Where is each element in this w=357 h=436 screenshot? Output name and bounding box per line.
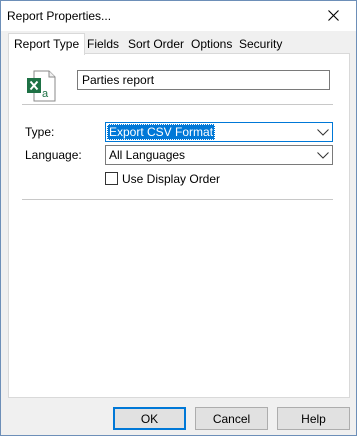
close-button[interactable] [311, 1, 356, 30]
use-display-order-checkbox[interactable] [105, 172, 118, 185]
svg-text:a: a [42, 88, 49, 100]
tab-sort-order[interactable]: Sort Order [123, 35, 189, 53]
report-name-input[interactable] [77, 70, 330, 90]
separator-top [22, 104, 333, 105]
tab-options[interactable]: Options [186, 35, 237, 53]
type-select[interactable]: Export CSV Format [105, 122, 333, 142]
ok-button[interactable]: OK [113, 407, 186, 430]
language-label: Language: [25, 148, 82, 162]
report-type-panel: a Type: Export CSV Format Language: All … [8, 53, 350, 398]
close-icon [328, 10, 339, 21]
separator-bottom [22, 199, 333, 200]
language-select-value: All Languages [109, 148, 186, 162]
tab-report-type[interactable]: Report Type [8, 33, 86, 55]
chevron-down-icon [317, 152, 329, 159]
type-label: Type: [25, 125, 55, 139]
chevron-down-icon [317, 129, 329, 136]
report-properties-dialog: Report Properties... Report Type Fields … [0, 0, 357, 436]
tab-fields[interactable]: Fields [82, 35, 124, 53]
tab-strip: Report Type Fields Sort Order Options Se… [8, 33, 348, 55]
language-select[interactable]: All Languages [105, 145, 333, 165]
use-display-order-label[interactable]: Use Display Order [122, 172, 220, 186]
cancel-button[interactable]: Cancel [195, 407, 268, 430]
tab-security[interactable]: Security [234, 35, 287, 53]
title-bar: Report Properties... [1, 1, 356, 31]
excel-file-icon: a [27, 70, 56, 102]
type-select-value: Export CSV Format [107, 124, 216, 140]
window-title: Report Properties... [7, 9, 112, 23]
help-button[interactable]: Help [277, 407, 350, 430]
